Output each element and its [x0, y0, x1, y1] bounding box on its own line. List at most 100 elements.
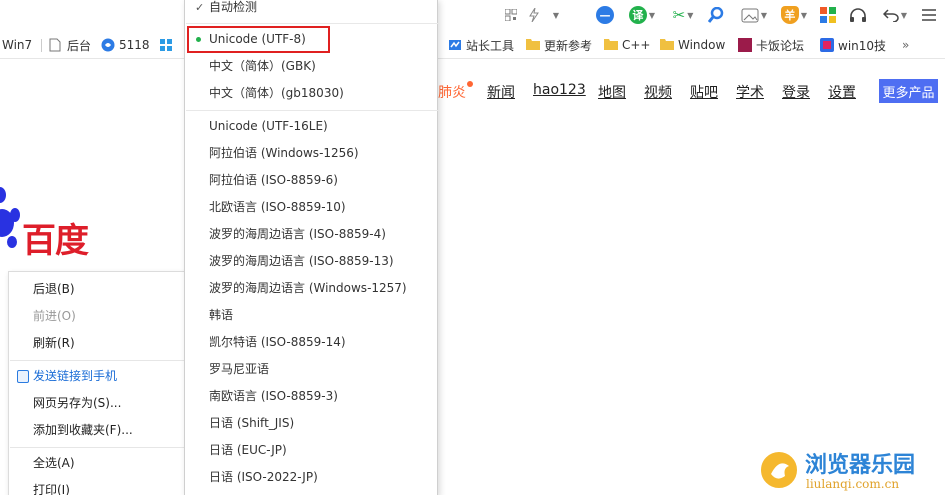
bookmark-label: 5118	[119, 38, 150, 52]
bookmark-label: 后台	[67, 38, 92, 53]
bookmark-label: C++	[622, 38, 651, 52]
nav-link-hao123[interactable]: hao123	[533, 82, 586, 98]
encoding-label: Unicode (UTF-8)	[209, 32, 306, 46]
qr-icon[interactable]	[503, 4, 519, 26]
watermark-logo-icon	[758, 449, 800, 491]
bookmark-webmaster-tools[interactable]: 站长工具	[448, 37, 514, 53]
scissors-icon[interactable]: ✂ ▼	[668, 4, 698, 26]
folder-icon	[526, 38, 540, 52]
bookmarks-more-button[interactable]: »	[902, 37, 909, 53]
menu-divider	[10, 447, 185, 448]
encoding-utf8-selected[interactable]: Unicode (UTF-8)	[187, 26, 330, 53]
encoding-windows-1257[interactable]: 波罗的海周边语言 (Windows-1257)	[185, 275, 437, 302]
nav-link-news[interactable]: 新闻	[487, 82, 515, 102]
bookmark-windows-folder[interactable]: Window	[660, 37, 728, 53]
menu-item-forward[interactable]: 前进(O)	[9, 303, 185, 330]
bookmark-win7[interactable]: Win7	[2, 37, 32, 53]
nav-link-settings[interactable]: 设置	[828, 82, 856, 102]
watermark-url: liulanqi.com.cn	[806, 477, 900, 491]
divider	[41, 39, 42, 52]
selected-dot-icon	[196, 37, 201, 42]
translate-icon[interactable]: 译 ▼	[626, 4, 658, 26]
search-icon[interactable]	[706, 4, 726, 26]
encoding-iso-8859-6[interactable]: 阿拉伯语 (ISO-8859-6)	[185, 167, 437, 194]
baidu-logo-text: 百度	[22, 221, 89, 261]
watermark-title: 浏览器乐园	[805, 452, 916, 478]
watermark: 浏览器乐园 liulanqi.com.cn	[758, 447, 945, 495]
nav-link-academic[interactable]: 学术	[736, 82, 764, 102]
folder-icon	[604, 38, 618, 52]
encoding-euc-jp[interactable]: 日语 (EUC-JP)	[185, 437, 437, 464]
bookmark-label: 更新参考	[544, 38, 593, 53]
menu-divider	[10, 360, 185, 361]
translate-label: 译	[628, 6, 647, 24]
win10-icon	[820, 38, 834, 52]
bookmark-label: Window	[678, 38, 726, 52]
bookmark-label: 站长工具	[466, 38, 515, 53]
webmaster-icon	[448, 38, 462, 52]
bookmark-admin[interactable]: 后台	[49, 37, 91, 53]
encoding-auto-detect[interactable]: ✓ 自动检测	[185, 0, 437, 21]
windows-icon	[159, 38, 173, 52]
image-icon[interactable]: ▼	[738, 4, 770, 26]
menu-item-select-all[interactable]: 全选(A)	[9, 450, 185, 477]
bookmark-5118[interactable]: 5118	[101, 37, 150, 53]
undo-icon[interactable]: ▼	[880, 4, 910, 26]
minus-circle-icon[interactable]: —	[595, 4, 615, 26]
menu-item-back[interactable]: 后退(B)	[9, 276, 185, 303]
kafan-icon	[738, 38, 752, 52]
bookmark-win10[interactable]: win10技	[820, 37, 888, 53]
menu-item-add-favorite[interactable]: 添加到收藏夹(F)...	[9, 417, 185, 444]
encoding-gb18030[interactable]: 中文（简体）(gb18030)	[185, 80, 437, 107]
bookmark-label: win10技	[838, 38, 887, 53]
send-to-phone-icon	[17, 370, 29, 383]
more-products-button[interactable]: 更多产品	[879, 79, 938, 103]
nav-link-login[interactable]: 登录	[782, 82, 810, 102]
nav-link-tieba[interactable]: 贴吧	[690, 82, 718, 102]
shield-label: 羊	[780, 6, 799, 24]
bookmark-kafan[interactable]: 卡饭论坛	[738, 37, 810, 53]
encoding-gbk[interactable]: 中文（简体）(GBK)	[185, 53, 437, 80]
nav-link-map[interactable]: 地图	[598, 82, 626, 102]
encoding-iso-8859-3[interactable]: 南欧语言 (ISO-8859-3)	[185, 383, 437, 410]
notification-dot	[467, 81, 473, 87]
encoding-label: 自动检测	[209, 0, 258, 14]
shield-icon[interactable]: 羊 ▼	[779, 4, 809, 26]
menu-item-print[interactable]: 打印(I)	[9, 477, 185, 495]
bookmark-label: 卡饭论坛	[756, 38, 805, 53]
encoding-utf16le[interactable]: Unicode (UTF-16LE)	[185, 113, 437, 140]
menu-item-refresh[interactable]: 刷新(R)	[9, 330, 185, 357]
nav-link-partial[interactable]: 肺炎	[438, 82, 466, 102]
encoding-iso-8859-4[interactable]: 波罗的海周边语言 (ISO-8859-4)	[185, 221, 437, 248]
menu-divider	[186, 110, 438, 111]
check-icon: ✓	[195, 1, 205, 14]
encoding-iso-8859-10[interactable]: 北欧语言 (ISO-8859-10)	[185, 194, 437, 221]
nav-link-video[interactable]: 视频	[644, 82, 672, 102]
encoding-romanian[interactable]: 罗马尼亚语	[185, 356, 437, 383]
bookmark-cpp[interactable]: C++	[604, 37, 651, 53]
bookmark-windows[interactable]	[159, 37, 177, 53]
encoding-iso-8859-14[interactable]: 凯尔特语 (ISO-8859-14)	[185, 329, 437, 356]
encoding-windows-1256[interactable]: 阿拉伯语 (Windows-1256)	[185, 140, 437, 167]
encoding-iso-8859-13[interactable]: 波罗的海周边语言 (ISO-8859-13)	[185, 248, 437, 275]
encoding-iso-2022-jp[interactable]: 日语 (ISO-2022-JP)	[185, 464, 437, 491]
menu-icon[interactable]	[920, 4, 938, 26]
bookmarks-bar: Win7 后台 5118 站长工具 更新参考 C++ Window 卡饭论坛 w…	[0, 31, 945, 59]
encoding-shift-jis[interactable]: 日语 (Shift_JIS)	[185, 410, 437, 437]
bookmark-label: Win7	[2, 38, 33, 52]
encoding-korean[interactable]: 韩语	[185, 302, 437, 329]
document-icon	[49, 38, 63, 52]
lightning-icon[interactable]	[526, 4, 542, 26]
context-menu: 后退(B) 前进(O) 刷新(R) 发送链接到手机 网页另存为(S)... 添加…	[8, 271, 186, 495]
browser-toolbar: ▼ — 译 ▼ ✂ ▼ ▼ 羊 ▼ ▼	[0, 0, 945, 31]
encoding-submenu: ✓ 自动检测 Unicode (UTF-8) 中文（简体）(GBK) 中文（简体…	[184, 0, 438, 495]
folder-icon	[660, 38, 674, 52]
bookmark-update-ref[interactable]: 更新参考	[526, 37, 592, 53]
chevron-down-icon[interactable]: ▼	[548, 4, 562, 26]
headphones-icon[interactable]	[848, 4, 868, 26]
browser-window: ▼ — 译 ▼ ✂ ▼ ▼ 羊 ▼ ▼ Win7 后台 5118 站长工具 更新…	[0, 0, 945, 495]
5118-icon	[101, 38, 115, 52]
menu-item-save-as[interactable]: 网页另存为(S)...	[9, 390, 185, 417]
apps-icon[interactable]	[818, 4, 838, 26]
menu-item-send-to-phone[interactable]: 发送链接到手机	[9, 363, 185, 390]
